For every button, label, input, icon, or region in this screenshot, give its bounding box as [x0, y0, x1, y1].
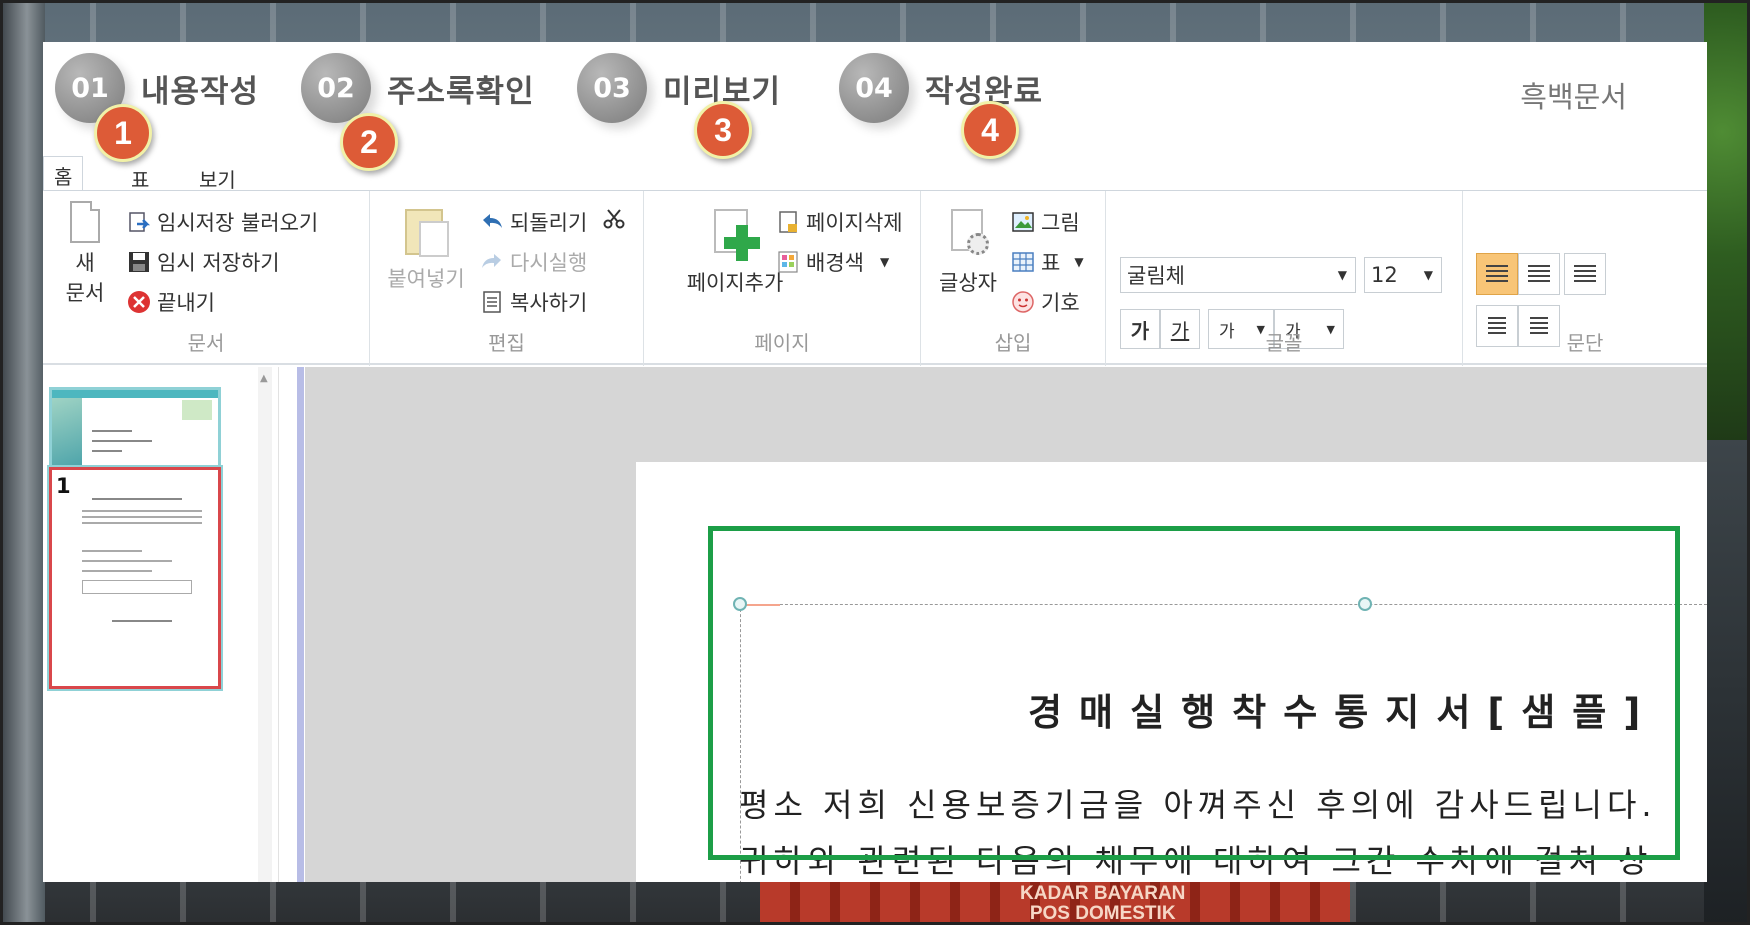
background-color-button[interactable]: 배경색 ▼: [776, 247, 889, 277]
copy-icon: [480, 290, 504, 314]
background-banner-text: KADAR BAYARAN POS DOMESTIK: [1020, 883, 1186, 924]
new-document-icon: [70, 201, 100, 243]
table-icon: [1011, 250, 1035, 274]
group-title-paragraph: 문단: [1566, 331, 1604, 355]
background-right-lower: [1704, 440, 1750, 925]
scroll-up-icon[interactable]: ▲: [260, 373, 268, 384]
redo-button[interactable]: 다시실행: [480, 247, 587, 277]
step-number: 04: [839, 53, 909, 123]
ribbon-group-insert: 글상자 그림 표 ▼ 기호 삽입: [921, 191, 1106, 366]
redo-icon: [480, 250, 504, 274]
copy-button[interactable]: 복사하기: [480, 287, 587, 317]
step-address-book[interactable]: 02 주소록확인: [301, 53, 535, 123]
palette-icon: [776, 250, 800, 274]
mode-label-bw[interactable]: 흑백문서: [1520, 74, 1627, 116]
textbox-button[interactable]: 글상자: [933, 209, 1003, 297]
align-center-button[interactable]: [1518, 253, 1560, 295]
page-delete-icon: [776, 210, 800, 234]
marker-4: 4: [961, 101, 1019, 159]
marker-3: 3: [694, 101, 752, 159]
page-thumbnail-1[interactable]: 1: [47, 465, 223, 691]
dropdown-arrow-icon: ▼: [1337, 268, 1347, 282]
step-content[interactable]: 01 내용작성: [55, 53, 260, 123]
new-document-button[interactable]: 새 문서: [55, 201, 115, 307]
marker-2: 2: [340, 113, 398, 171]
thumbnail-scrollbar[interactable]: ▲: [258, 367, 272, 882]
folder-load-icon: [127, 210, 151, 234]
step-number: 03: [577, 53, 647, 123]
textbox-icon: [945, 209, 991, 259]
align-left-button[interactable]: [1476, 253, 1518, 295]
paste-button[interactable]: 붙여넣기: [380, 203, 472, 293]
step-preview[interactable]: 03 미리보기: [577, 53, 781, 123]
group-title-edit: 편집: [488, 331, 525, 355]
background-plant: [1704, 0, 1750, 440]
dropdown-arrow-icon: ▼: [1074, 255, 1084, 269]
group-title-page: 페이지: [754, 331, 810, 355]
font-size-select[interactable]: 12 ▼: [1364, 257, 1442, 293]
symbol-icon: [1011, 290, 1035, 314]
add-page-icon: [710, 209, 760, 263]
undo-button[interactable]: 되돌리기: [480, 207, 587, 237]
save-temp-button[interactable]: 임시 저장하기: [127, 247, 280, 277]
cut-button[interactable]: [602, 207, 632, 231]
align-center-icon: [1528, 265, 1550, 283]
insert-symbol-button[interactable]: 기호: [1011, 287, 1080, 317]
align-right-button[interactable]: [1564, 253, 1606, 295]
step-complete[interactable]: 04 작성완료: [839, 53, 1043, 123]
wizard-steps: 01 내용작성 02 주소록확인 03 미리보기 04 작성완료 흑백문서: [43, 42, 1707, 154]
exit-button[interactable]: 끝내기: [127, 287, 215, 317]
ribbon-group-paragraph: 문단: [1463, 191, 1707, 366]
ribbon-group-font: 굴림체 ▼ 12 ▼ 가 가 가 ▼ 가 ▼ 글꼴: [1106, 191, 1463, 366]
ribbon: 새 문서 임시저장 불러오기 임시 저장하기 끝내기 문서 붙여넣기 되돌리기 …: [43, 190, 1707, 366]
insert-table-button[interactable]: 표 ▼: [1011, 247, 1084, 277]
group-title-insert: 삽입: [994, 331, 1032, 355]
clipboard-icon: [401, 203, 451, 259]
dropdown-arrow-icon: ▼: [1423, 268, 1433, 282]
group-title-document: 문서: [187, 331, 225, 355]
ribbon-group-page: 페이지추가 페이지삭제 배경색 ▼ 페이지: [644, 191, 921, 366]
ribbon-group-document: 새 문서 임시저장 불러오기 임시 저장하기 끝내기 문서: [43, 191, 370, 366]
step-label: 주소록확인: [387, 73, 535, 110]
align-left-icon: [1486, 265, 1508, 283]
highlight-box: [708, 526, 1680, 860]
delete-page-button[interactable]: 페이지삭제: [776, 207, 903, 237]
panel-splitter[interactable]: [297, 367, 304, 882]
image-icon: [1011, 210, 1035, 234]
scissors-icon: [602, 207, 626, 231]
save-icon: [127, 250, 151, 274]
marker-1: 1: [94, 104, 152, 162]
insert-image-button[interactable]: 그림: [1011, 207, 1080, 237]
ribbon-group-edit: 붙여넣기 되돌리기 다시실행 복사하기 편집: [370, 191, 644, 366]
page-thumbnail-0[interactable]: 0: [49, 387, 221, 473]
dropdown-arrow-icon: ▼: [879, 255, 890, 269]
close-icon: [127, 290, 151, 314]
font-family-select[interactable]: 굴림체 ▼: [1120, 257, 1356, 293]
undo-icon: [480, 210, 504, 234]
step-label: 내용작성: [141, 73, 260, 110]
tab-home[interactable]: 홈: [43, 156, 84, 194]
background-left-stripe: [0, 0, 45, 925]
align-right-icon: [1574, 265, 1596, 283]
load-temp-button[interactable]: 임시저장 불러오기: [127, 207, 318, 237]
step-number: 02: [301, 53, 371, 123]
group-title-font: 글꼴: [1265, 331, 1303, 355]
page-thumbnail-panel: 0 1: [43, 367, 279, 882]
ribbon-tabs: 홈 표 보기: [43, 154, 1707, 194]
